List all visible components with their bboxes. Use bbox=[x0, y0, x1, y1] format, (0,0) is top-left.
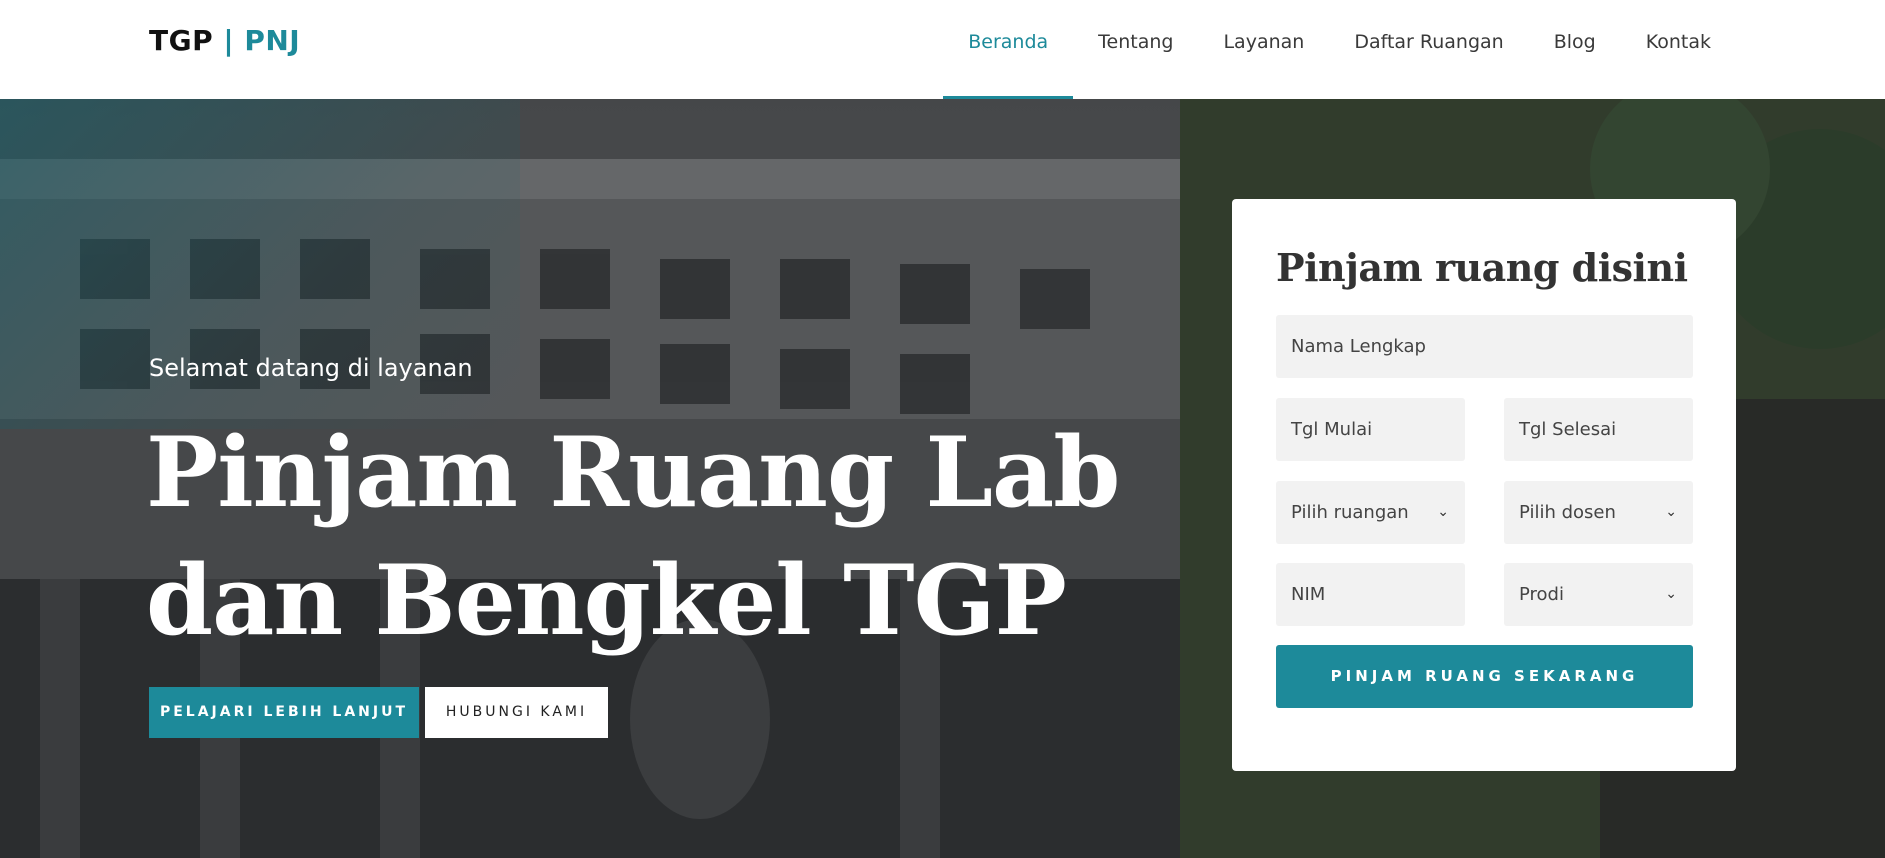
prodi-select[interactable]: Prodi ⌄ bbox=[1504, 563, 1693, 626]
tgl-mulai-input[interactable]: Tgl Mulai bbox=[1276, 398, 1465, 461]
booking-form-card: Pinjam ruang disini Nama Lengkap Tgl Mul… bbox=[1232, 199, 1736, 771]
submit-booking-button[interactable]: PINJAM RUANG SEKARANG bbox=[1276, 645, 1693, 708]
nav-item-kontak[interactable]: Kontak bbox=[1646, 0, 1711, 99]
nama-lengkap-input[interactable]: Nama Lengkap bbox=[1276, 315, 1693, 378]
contact-us-button[interactable]: HUBUNGI KAMI bbox=[425, 687, 608, 738]
brand-logo[interactable]: TGP | PNJ bbox=[149, 24, 300, 57]
nav-item-layanan[interactable]: Layanan bbox=[1223, 0, 1304, 99]
tgl-selesai-placeholder: Tgl Selesai bbox=[1519, 419, 1617, 440]
ruangan-select-value: Pilih ruangan bbox=[1291, 502, 1409, 523]
chevron-down-icon: ⌄ bbox=[1437, 504, 1449, 520]
hero-title-line1: Pinjam Ruang Lab bbox=[146, 416, 1120, 529]
navbar: TGP | PNJ Beranda Tentang Layanan Daftar… bbox=[0, 0, 1885, 99]
dosen-select[interactable]: Pilih dosen ⌄ bbox=[1504, 481, 1693, 544]
nim-placeholder: NIM bbox=[1291, 584, 1326, 605]
hero-subtitle: Selamat datang di layanan bbox=[149, 354, 473, 382]
nav-item-tentang[interactable]: Tentang bbox=[1098, 0, 1173, 99]
chevron-down-icon: ⌄ bbox=[1665, 504, 1677, 520]
dosen-select-value: Pilih dosen bbox=[1519, 502, 1616, 523]
learn-more-button[interactable]: PELAJARI LEBIH LANJUT bbox=[149, 687, 419, 738]
nama-lengkap-placeholder: Nama Lengkap bbox=[1291, 336, 1426, 357]
nav-item-daftar-ruangan[interactable]: Daftar Ruangan bbox=[1354, 0, 1503, 99]
form-title: Pinjam ruang disini bbox=[1276, 245, 1688, 290]
main-nav: Beranda Tentang Layanan Daftar Ruangan B… bbox=[918, 0, 1711, 99]
prodi-select-value: Prodi bbox=[1519, 584, 1564, 605]
tgl-selesai-input[interactable]: Tgl Selesai bbox=[1504, 398, 1693, 461]
hero-title-line2: dan Bengkel TGP bbox=[146, 544, 1067, 657]
nim-input[interactable]: NIM bbox=[1276, 563, 1465, 626]
brand-separator: | bbox=[223, 24, 235, 57]
nav-item-beranda[interactable]: Beranda bbox=[943, 0, 1074, 99]
nav-item-blog[interactable]: Blog bbox=[1554, 0, 1596, 99]
chevron-down-icon: ⌄ bbox=[1665, 586, 1677, 602]
brand-tgp: TGP bbox=[149, 24, 214, 57]
hero-title: Pinjam Ruang Lab dan Bengkel TGP bbox=[146, 409, 1120, 665]
tgl-mulai-placeholder: Tgl Mulai bbox=[1291, 419, 1373, 440]
brand-pnj: PNJ bbox=[244, 24, 301, 57]
ruangan-select[interactable]: Pilih ruangan ⌄ bbox=[1276, 481, 1465, 544]
